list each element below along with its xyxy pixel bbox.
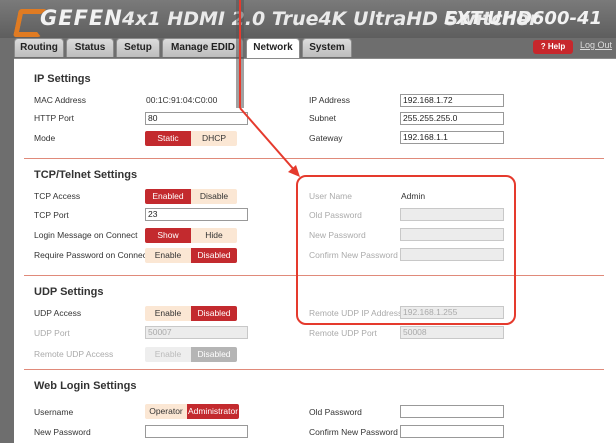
tcp-access-toggle: Enabled Disable [145, 189, 237, 204]
web-new-password-input[interactable] [145, 425, 248, 438]
ip-address-input[interactable]: 192.168.1.72 [400, 94, 504, 107]
require-password-label: Require Password on Connect [34, 250, 150, 260]
mode-toggle: Static DHCP [145, 131, 237, 146]
web-username-toggle: Operator Administrator [145, 404, 239, 419]
subnet-input[interactable]: 255.255.255.0 [400, 112, 504, 125]
tcp-access-label: TCP Access [34, 191, 81, 201]
tcp-port-label: TCP Port [34, 210, 69, 220]
section-divider [24, 158, 604, 159]
tcp-port-input[interactable]: 23 [145, 208, 248, 221]
ip-settings-title: IP Settings [34, 73, 91, 85]
app-header: GEFEN 4x1 HDMI 2.0 True4K UltraHD Switch… [0, 0, 616, 38]
tab-manage-edid[interactable]: Manage EDID [162, 38, 244, 57]
web-new-password-label: New Password [34, 427, 91, 437]
gateway-input[interactable]: 192.168.1.1 [400, 131, 504, 144]
web-user-administrator-button[interactable]: Administrator [187, 404, 239, 419]
subnet-label: Subnet [309, 113, 336, 123]
udp-access-toggle: Enable Disabled [145, 306, 237, 321]
mac-address-label: MAC Address [34, 95, 86, 105]
tab-status[interactable]: Status [66, 38, 114, 57]
mac-address-value: 00:1C:91:04:C0:00 [146, 95, 218, 105]
udp-port-label: UDP Port [34, 328, 70, 338]
mode-dhcp-button[interactable]: DHCP [191, 131, 237, 146]
web-old-password-input[interactable] [400, 405, 504, 418]
mode-label: Mode [34, 133, 56, 143]
tab-routing[interactable]: Routing [14, 38, 64, 57]
login-message-toggle: Show Hide [145, 228, 237, 243]
web-confirm-password-label: Confirm New Password [309, 427, 398, 437]
login-message-label: Login Message on Connect [34, 230, 138, 240]
model-number: EXT-UHD600-41 [444, 8, 602, 29]
tab-bar: Routing Status Setup Manage EDID Network… [14, 38, 616, 58]
section-divider [24, 369, 604, 370]
udp-settings-title: UDP Settings [34, 286, 104, 298]
remote-udp-access-toggle: Enable Disabled [145, 347, 237, 362]
help-button[interactable]: ? Help [533, 40, 573, 54]
web-login-settings-title: Web Login Settings [34, 380, 137, 392]
login-message-hide-button[interactable]: Hide [191, 228, 237, 243]
require-password-enable-button[interactable]: Enable [145, 248, 191, 263]
tcp-settings-title: TCP/Telnet Settings [34, 169, 138, 181]
gefen-logo-icon [16, 7, 36, 29]
logout-link[interactable]: Log Out [580, 40, 612, 50]
web-user-operator-button[interactable]: Operator [145, 404, 187, 419]
callout-box [296, 175, 516, 325]
ip-address-label: IP Address [309, 95, 350, 105]
gefen-logo: GEFEN [16, 5, 123, 31]
require-password-disabled-button[interactable]: Disabled [191, 248, 237, 263]
web-username-label: Username [34, 407, 74, 417]
remote-udp-enable-button[interactable]: Enable [145, 347, 191, 362]
http-port-label: HTTP Port [34, 113, 74, 123]
remote-udp-access-label: Remote UDP Access [34, 349, 114, 359]
udp-port-input[interactable]: 50007 [145, 326, 248, 339]
udp-access-label: UDP Access [34, 308, 82, 318]
logo-text: GEFEN [40, 6, 123, 30]
tcp-access-disable-button[interactable]: Disable [191, 189, 237, 204]
http-port-input[interactable]: 80 [145, 112, 248, 125]
require-password-toggle: Enable Disabled [145, 248, 237, 263]
web-confirm-password-input[interactable] [400, 425, 504, 438]
remote-udp-port-label: Remote UDP Port [309, 328, 377, 338]
web-old-password-label: Old Password [309, 407, 362, 417]
remote-udp-port-input[interactable]: 50008 [400, 326, 504, 339]
tab-setup[interactable]: Setup [116, 38, 160, 57]
tab-system[interactable]: System [302, 38, 352, 57]
remote-udp-disabled-button[interactable]: Disabled [191, 347, 237, 362]
login-message-show-button[interactable]: Show [145, 228, 191, 243]
tab-network[interactable]: Network [246, 38, 300, 58]
udp-access-disabled-button[interactable]: Disabled [191, 306, 237, 321]
tcp-access-enabled-button[interactable]: Enabled [145, 189, 191, 204]
udp-access-enable-button[interactable]: Enable [145, 306, 191, 321]
gateway-label: Gateway [309, 133, 343, 143]
mode-static-button[interactable]: Static [145, 131, 191, 146]
